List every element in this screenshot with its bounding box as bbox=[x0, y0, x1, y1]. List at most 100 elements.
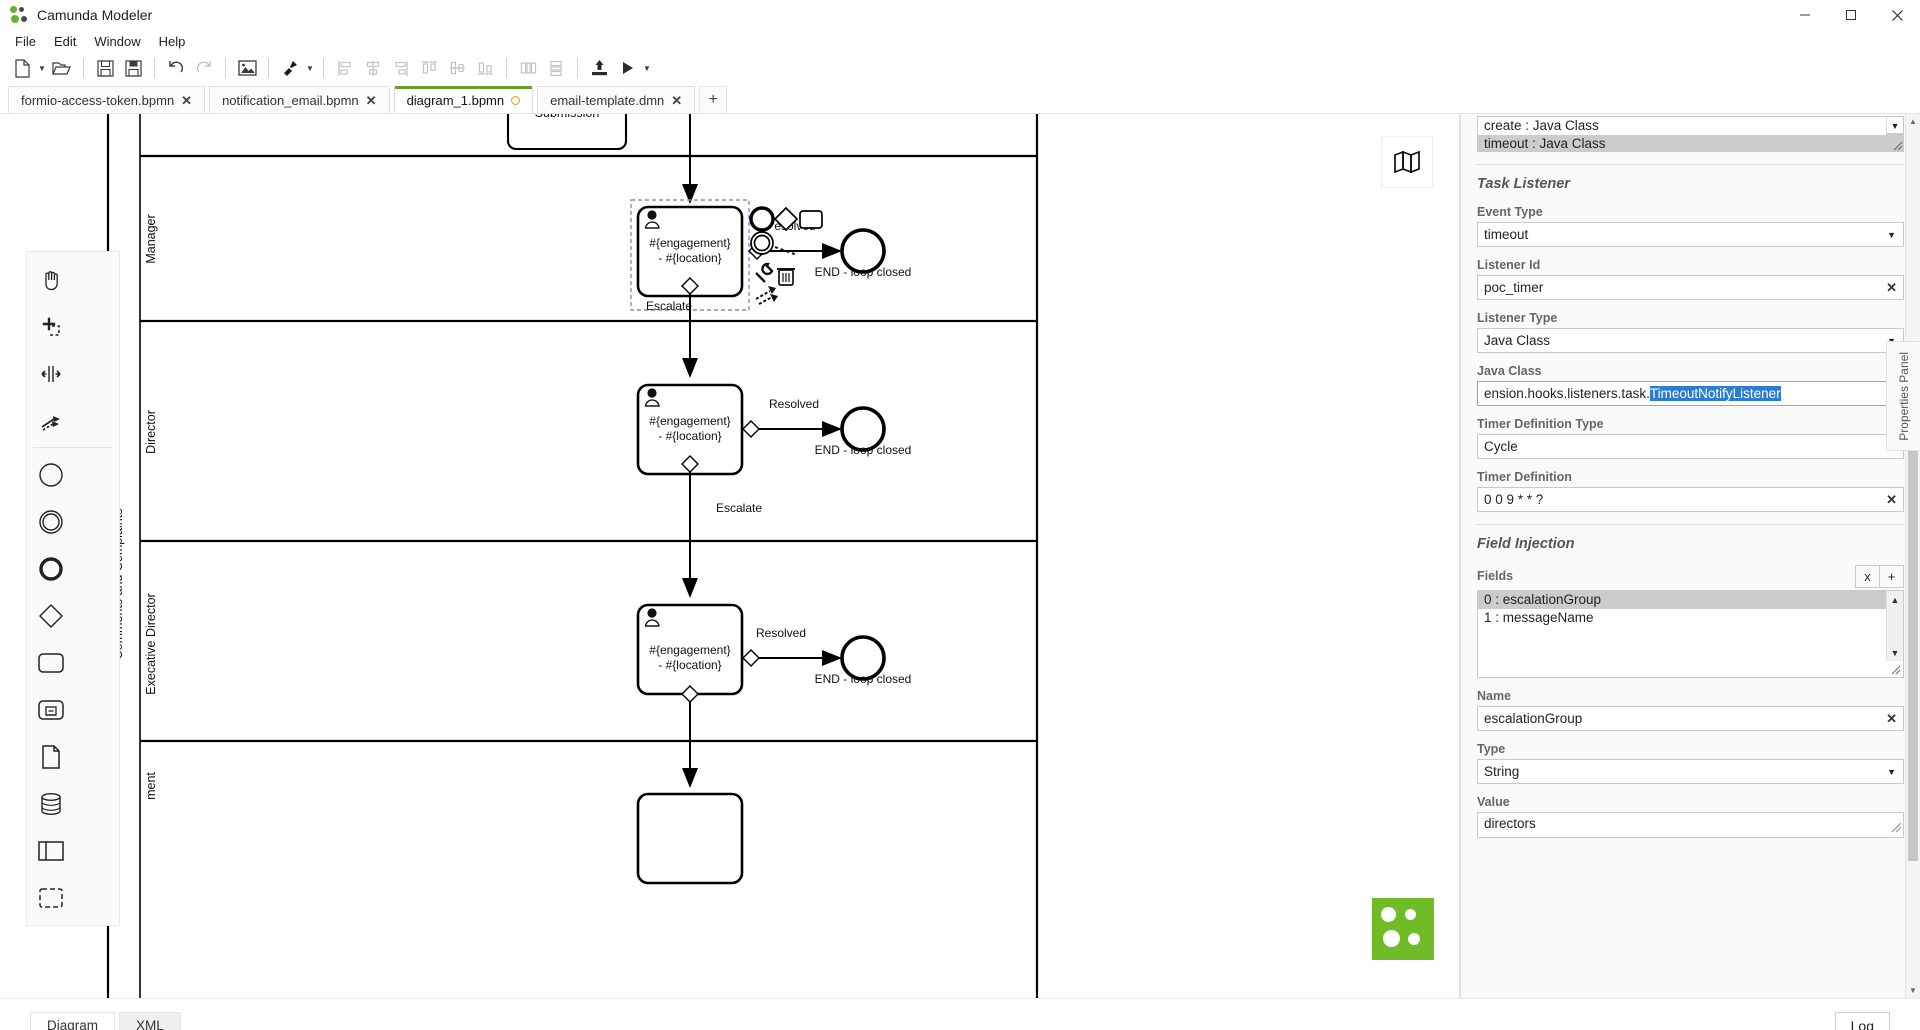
type-select[interactable]: String bbox=[1477, 759, 1904, 784]
deploy-icon[interactable] bbox=[585, 55, 613, 81]
properties-scroll-up-icon[interactable]: ▲ bbox=[1906, 114, 1920, 129]
timer-definition-input[interactable]: 0 0 9 * * ? bbox=[1477, 487, 1904, 512]
listener-id-input[interactable]: poc_timer bbox=[1477, 275, 1904, 300]
field-listener-id: Listener Id poc_timer ✕ bbox=[1477, 258, 1904, 300]
node-submission[interactable]: Submission bbox=[506, 114, 628, 151]
tab-formio-access-token[interactable]: formio-access-token.bpmn ✕ bbox=[8, 86, 206, 113]
add-field-button[interactable]: + bbox=[1879, 565, 1904, 588]
fields-scroll-up-icon[interactable]: ▲ bbox=[1887, 591, 1903, 608]
menu-help[interactable]: Help bbox=[150, 32, 195, 51]
tab-diagram-view[interactable]: Diagram bbox=[30, 1012, 116, 1030]
open-folder-icon[interactable] bbox=[48, 55, 76, 81]
listener-id-clear-icon[interactable]: ✕ bbox=[1886, 280, 1897, 296]
director-resolved-gateway[interactable] bbox=[742, 420, 760, 438]
data-store-icon[interactable] bbox=[27, 780, 74, 827]
save-as-icon[interactable] bbox=[119, 55, 147, 81]
new-file-icon[interactable] bbox=[8, 55, 36, 81]
task-icon[interactable] bbox=[27, 639, 74, 686]
node-label-line1: #{engagement} bbox=[649, 236, 730, 250]
new-file-caret-icon[interactable]: ▼ bbox=[36, 64, 48, 73]
event-type-select[interactable]: timeout bbox=[1477, 222, 1904, 247]
listener-type-select[interactable]: Java Class bbox=[1477, 328, 1904, 353]
tab-dirty-indicator-icon[interactable] bbox=[511, 95, 521, 105]
hand-tool-icon[interactable] bbox=[27, 256, 74, 303]
listeners-list[interactable]: create : Java Class timeout : Java Class… bbox=[1477, 116, 1904, 152]
align-tool-caret-icon[interactable]: ▼ bbox=[304, 64, 316, 73]
properties-panel-scrollbar[interactable]: ▲ ▼ bbox=[1905, 114, 1920, 998]
java-class-input[interactable]: ension.hooks.listeners.task.TimeoutNotif… bbox=[1477, 381, 1904, 406]
wrench-icon[interactable] bbox=[755, 262, 774, 283]
new-tab-button[interactable]: + bbox=[699, 86, 728, 113]
node-exec-task[interactable]: #{engagement} - #{location} bbox=[636, 603, 744, 696]
intermediate-event-icon[interactable] bbox=[27, 498, 74, 545]
run-caret-icon[interactable]: ▼ bbox=[641, 64, 653, 73]
save-icon[interactable] bbox=[91, 55, 119, 81]
align-top-icon bbox=[415, 55, 443, 81]
minimap-toggle-button[interactable] bbox=[1381, 136, 1433, 188]
connect-tool-icon[interactable] bbox=[27, 397, 74, 444]
gateway-icon[interactable] bbox=[27, 592, 74, 639]
start-event-icon[interactable] bbox=[27, 451, 74, 498]
align-tool-icon[interactable] bbox=[276, 55, 304, 81]
listener-item-timeout[interactable]: timeout : Java Class bbox=[1478, 135, 1903, 151]
tab-diagram-1[interactable]: diagram_1.bpmn bbox=[393, 86, 534, 113]
redo-icon bbox=[190, 55, 218, 81]
tab-close-icon[interactable]: ✕ bbox=[671, 94, 682, 107]
data-object-icon[interactable] bbox=[27, 733, 74, 780]
tab-close-icon[interactable]: ✕ bbox=[366, 94, 377, 107]
timer-definition-clear-icon[interactable]: ✕ bbox=[1886, 492, 1897, 508]
log-button[interactable]: Log bbox=[1834, 1011, 1890, 1030]
field-item-message-name[interactable]: 1 : messageName bbox=[1478, 609, 1903, 627]
exec-resolved-gateway[interactable] bbox=[742, 649, 760, 667]
properties-scrollbar-thumb[interactable] bbox=[1908, 441, 1918, 861]
close-icon[interactable] bbox=[1874, 0, 1920, 30]
listener-id-label: Listener Id bbox=[1477, 258, 1541, 272]
tab-close-icon[interactable]: ✕ bbox=[181, 94, 192, 107]
tab-email-template[interactable]: email-template.dmn ✕ bbox=[537, 86, 696, 113]
space-tool-icon[interactable] bbox=[27, 350, 74, 397]
trash-icon[interactable] bbox=[777, 268, 795, 286]
minimize-icon[interactable] bbox=[1782, 0, 1828, 30]
lane-label-manager: Manager bbox=[144, 214, 158, 263]
subprocess-expanded-icon[interactable] bbox=[27, 686, 74, 733]
tab-label: email-template.dmn bbox=[550, 92, 665, 108]
fields-list-resize-handle[interactable] bbox=[1886, 661, 1903, 677]
maximize-icon[interactable] bbox=[1828, 0, 1874, 30]
undo-icon[interactable] bbox=[162, 55, 190, 81]
tab-xml-view[interactable]: XML bbox=[119, 1012, 181, 1030]
event-type-chevron-down-icon[interactable]: ▼ bbox=[1887, 230, 1896, 240]
section-divider bbox=[1477, 164, 1904, 165]
toolbar-divider bbox=[323, 58, 324, 78]
end-event-icon[interactable] bbox=[27, 545, 74, 592]
lasso-tool-icon[interactable] bbox=[27, 303, 74, 350]
listeners-list-resize-handle[interactable] bbox=[1886, 133, 1903, 151]
fields-scroll-down-icon[interactable]: ▼ bbox=[1887, 644, 1903, 661]
context-pad[interactable] bbox=[749, 206, 823, 305]
type-chevron-down-icon[interactable]: ▼ bbox=[1887, 767, 1896, 777]
timer-definition-type-select[interactable]: Cycle bbox=[1477, 434, 1904, 459]
connect-icon[interactable] bbox=[755, 286, 778, 305]
value-resize-handle[interactable] bbox=[1891, 822, 1902, 836]
properties-panel-toggle-tab[interactable]: Properties Panel bbox=[1886, 341, 1920, 451]
listener-item-create[interactable]: create : Java Class bbox=[1478, 117, 1903, 135]
name-clear-icon[interactable]: ✕ bbox=[1886, 711, 1897, 727]
name-input[interactable]: escalationGroup bbox=[1477, 706, 1904, 731]
remove-field-button[interactable]: x bbox=[1855, 565, 1880, 588]
node-bottom-task[interactable] bbox=[636, 792, 744, 885]
run-icon[interactable] bbox=[613, 55, 641, 81]
participant-icon[interactable] bbox=[27, 827, 74, 874]
tab-notification-email[interactable]: notification_email.bpmn ✕ bbox=[209, 86, 390, 113]
menu-file[interactable]: File bbox=[6, 32, 45, 51]
group-icon[interactable] bbox=[27, 874, 74, 921]
properties-scroll-down-icon[interactable]: ▼ bbox=[1906, 983, 1920, 998]
bpmn-canvas[interactable]: Comments and Complaints Manager Director… bbox=[0, 114, 1460, 998]
export-image-icon[interactable] bbox=[233, 55, 261, 81]
field-item-escalation-group[interactable]: 0 : escalationGroup bbox=[1478, 591, 1903, 609]
bpmn-palette[interactable] bbox=[26, 251, 120, 926]
fields-list[interactable]: 0 : escalationGroup 1 : messageName ▲ ▼ bbox=[1477, 590, 1904, 678]
value-textarea[interactable]: directors bbox=[1477, 812, 1904, 838]
align-center-icon bbox=[359, 55, 387, 81]
menu-edit[interactable]: Edit bbox=[45, 32, 85, 51]
fields-list-scrollbar[interactable]: ▲ ▼ bbox=[1886, 591, 1903, 661]
menu-window[interactable]: Window bbox=[85, 32, 149, 51]
